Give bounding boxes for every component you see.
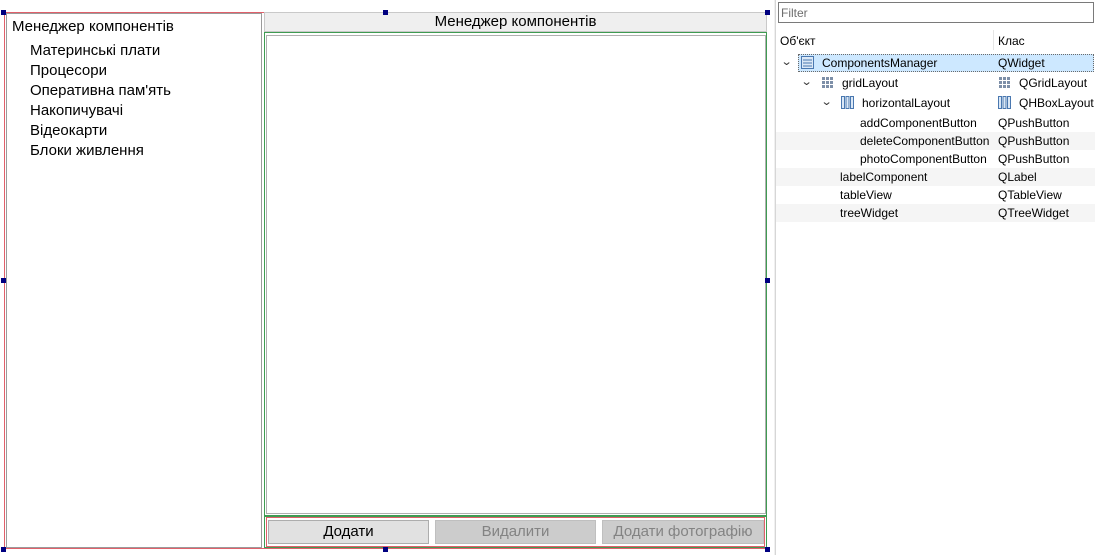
resize-handle-top-right[interactable] xyxy=(765,10,770,15)
class-name: QWidget xyxy=(998,56,1045,70)
class-name: QPushButton xyxy=(998,134,1070,148)
table-view[interactable] xyxy=(266,35,766,514)
tree-item-storage[interactable]: Накопичувачі xyxy=(30,101,171,121)
add-component-button[interactable]: Додати xyxy=(268,520,429,544)
label-component[interactable]: Менеджер компонентів xyxy=(264,12,767,32)
tree-row-photo-component-button[interactable]: photoComponentButton QPushButton xyxy=(776,150,1095,168)
form-canvas[interactable]: Менеджер компонентів Материнські плати П… xyxy=(0,0,774,555)
resize-handle-bottom-right[interactable] xyxy=(765,547,770,552)
object-name: labelComponent xyxy=(840,170,928,184)
chevron-down-icon[interactable]: ⌄ xyxy=(821,95,833,108)
resize-handle-left[interactable] xyxy=(1,278,6,283)
column-divider xyxy=(993,30,994,50)
grid-layout-icon xyxy=(822,77,833,88)
object-name: treeWidget xyxy=(840,206,899,220)
tree-items: Материнські плати Процесори Оперативна п… xyxy=(30,41,171,161)
resize-handle-right[interactable] xyxy=(765,278,770,283)
tree-item-processors[interactable]: Процесори xyxy=(30,61,171,81)
tree-row-label-component[interactable]: labelComponent QLabel xyxy=(776,168,1095,186)
chevron-down-icon[interactable]: ⌄ xyxy=(781,55,793,68)
class-name: QLabel xyxy=(998,170,1037,184)
chevron-down-icon[interactable]: ⌄ xyxy=(801,75,813,88)
grid-layout-icon xyxy=(999,77,1010,88)
object-name: photoComponentButton xyxy=(860,152,987,166)
tree-row-components-manager[interactable]: ⌄ ComponentsManager QWidget xyxy=(776,54,1095,72)
class-name: QGridLayout xyxy=(1019,76,1088,90)
resize-handle-top-left[interactable] xyxy=(1,10,6,15)
object-inspector: Filter Об'єкт Клас ⌄ ComponentsManager Q… xyxy=(775,0,1095,555)
widget-icon xyxy=(801,56,814,69)
object-name: horizontalLayout xyxy=(862,96,951,110)
hbox-layout-icon xyxy=(841,96,854,109)
filter-input[interactable]: Filter xyxy=(778,2,1094,23)
object-name: addComponentButton xyxy=(860,116,977,130)
tree-row-add-component-button[interactable]: addComponentButton QPushButton xyxy=(776,114,1095,132)
tree-row-tree-widget[interactable]: treeWidget QTreeWidget xyxy=(776,204,1095,222)
hbox-layout-icon xyxy=(998,96,1011,109)
class-name: QPushButton xyxy=(998,152,1070,166)
class-name: QPushButton xyxy=(998,116,1070,130)
tree-row-horizontal-layout[interactable]: ⌄ horizontalLayout QHBoxLayout xyxy=(776,94,1095,112)
class-name: QTreeWidget xyxy=(998,206,1069,220)
class-name: QHBoxLayout xyxy=(1019,96,1094,110)
resize-handle-bottom-left[interactable] xyxy=(1,547,6,552)
tree-row-grid-layout[interactable]: ⌄ gridLayout QGridLayout xyxy=(776,74,1095,92)
column-header-object[interactable]: Об'єкт xyxy=(780,34,816,48)
object-name: tableView xyxy=(840,188,892,202)
tree-header: Менеджер компонентів xyxy=(12,18,174,35)
resize-handle-top[interactable] xyxy=(383,10,388,15)
column-header-class[interactable]: Клас xyxy=(998,34,1025,48)
object-name: gridLayout xyxy=(842,76,899,90)
tree-item-motherboards[interactable]: Материнські плати xyxy=(30,41,171,61)
tree-item-ram[interactable]: Оперативна пам'ять xyxy=(30,81,171,101)
object-name: ComponentsManager xyxy=(822,56,938,70)
class-name: QTableView xyxy=(998,188,1062,202)
photo-component-button[interactable]: Додати фотографію xyxy=(602,520,764,544)
object-name: deleteComponentButton xyxy=(860,134,990,148)
delete-component-button[interactable]: Видалити xyxy=(435,520,596,544)
resize-handle-bottom[interactable] xyxy=(383,547,388,552)
tree-item-gpus[interactable]: Відеокарти xyxy=(30,121,171,141)
tree-item-psus[interactable]: Блоки живлення xyxy=(30,141,171,161)
tree-row-table-view[interactable]: tableView QTableView xyxy=(776,186,1095,204)
tree-widget[interactable]: Менеджер компонентів Материнські плати П… xyxy=(6,13,262,548)
tree-row-delete-component-button[interactable]: deleteComponentButton QPushButton xyxy=(776,132,1095,150)
